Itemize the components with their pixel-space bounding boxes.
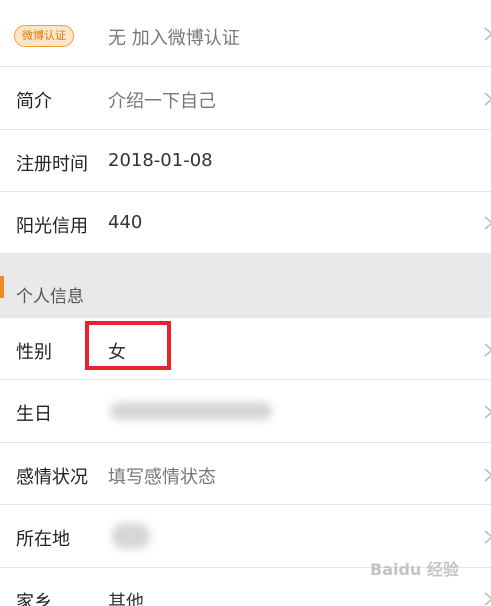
row-relationship-status[interactable]: 感情状况 填写感情状态 <box>0 443 491 505</box>
sunshine-credit-value: 440 <box>108 212 143 233</box>
row-registration-time: 注册时间 2018-01-08 <box>0 130 491 192</box>
relationship-status-label: 感情状况 <box>16 467 88 488</box>
row-weibo-verification[interactable]: 微博认证 无 加入微博认证 <box>0 0 491 67</box>
row-gender[interactable]: 性别 女 <box>0 318 491 380</box>
intro-label: 简介 <box>16 91 52 112</box>
registration-time-value: 2018-01-08 <box>108 150 213 171</box>
profile-edit-page: 微博认证 无 加入微博认证 简介 介绍一下自己 注册时间 2018-01-08 … <box>0 0 491 606</box>
gender-label: 性别 <box>16 342 52 363</box>
section-accent-bar <box>0 276 4 298</box>
row-sunshine-credit[interactable]: 阳光信用 440 <box>0 192 491 254</box>
section-title: 个人信息 <box>16 287 84 307</box>
row-intro[interactable]: 简介 介绍一下自己 <box>0 67 491 130</box>
hometown-label: 家乡 <box>16 592 52 606</box>
relationship-status-value: 填写感情状态 <box>108 467 216 488</box>
location-value-blurred <box>112 523 150 549</box>
location-label: 所在地 <box>16 529 70 550</box>
chevron-right-icon <box>484 27 491 41</box>
chevron-right-icon <box>484 530 491 544</box>
chevron-right-icon <box>484 343 491 357</box>
intro-value: 介绍一下自己 <box>108 91 216 112</box>
weibo-verification-value: 无 加入微博认证 <box>108 28 240 49</box>
chevron-right-icon <box>484 92 491 106</box>
section-personal-info: 个人信息 <box>0 254 491 318</box>
chevron-right-icon <box>484 216 491 230</box>
hometown-value: 其他 <box>108 592 144 606</box>
row-birthday[interactable]: 生日 <box>0 380 491 443</box>
birthday-value-blurred <box>110 402 272 420</box>
baidu-watermark: Baidu 经验 <box>370 560 459 579</box>
gender-highlight-box <box>85 321 171 370</box>
sunshine-credit-label: 阳光信用 <box>16 216 88 237</box>
weibo-verification-badge: 微博认证 <box>14 25 74 47</box>
chevron-right-icon <box>484 592 491 606</box>
birthday-label: 生日 <box>16 404 52 425</box>
chevron-right-icon <box>484 405 491 419</box>
chevron-right-icon <box>484 468 491 482</box>
registration-time-label: 注册时间 <box>16 154 88 175</box>
